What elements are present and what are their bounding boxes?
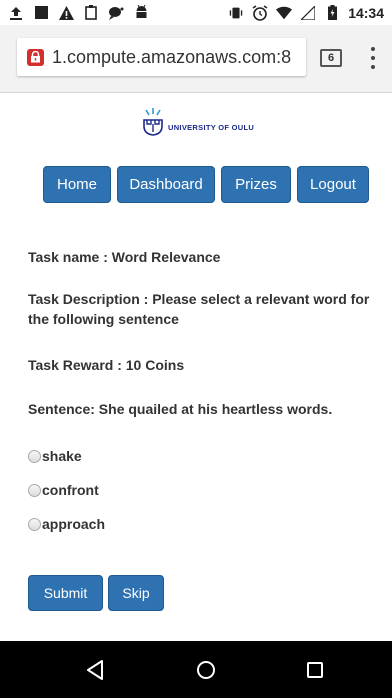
overflow-menu-icon[interactable] xyxy=(369,47,377,69)
submit-button[interactable]: Submit xyxy=(28,575,103,611)
task-name: Task name : Word Relevance xyxy=(28,249,221,265)
alarm-icon xyxy=(252,4,268,21)
radio-button[interactable] xyxy=(28,483,41,497)
task-reward: Task Reward : 10 Coins xyxy=(28,357,185,373)
page-content: UNIVERSITY OF OULU Home Dashboard Prizes… xyxy=(0,93,392,641)
option-label[interactable]: shake xyxy=(42,448,82,464)
prizes-button[interactable]: Prizes xyxy=(221,166,291,203)
clipboard-icon xyxy=(83,5,99,21)
task-sentence: Sentence: She quailed at his heartless w… xyxy=(28,401,333,417)
radio-button[interactable] xyxy=(28,449,41,463)
home-icon[interactable] xyxy=(197,661,215,679)
logo-emblem-icon xyxy=(143,108,163,136)
logo-text: UNIVERSITY OF OULU xyxy=(168,122,255,132)
skip-button[interactable]: Skip xyxy=(108,575,164,611)
stop-icon xyxy=(33,5,49,21)
url-text[interactable]: 1.compute.amazonaws.com:8 xyxy=(52,47,291,68)
warning-icon xyxy=(58,5,74,21)
lock-icon[interactable] xyxy=(27,48,44,66)
task-description: Task Description : Please select a relev… xyxy=(28,291,370,327)
dashboard-button[interactable]: Dashboard xyxy=(117,166,215,203)
form-actions: Submit Skip xyxy=(28,575,164,611)
logout-button[interactable]: Logout xyxy=(297,166,369,203)
tab-switcher-button[interactable]: 6 xyxy=(320,49,342,67)
vibrate-icon xyxy=(228,5,244,21)
home-button[interactable]: Home xyxy=(43,166,111,203)
university-logo: UNIVERSITY OF OULU xyxy=(142,107,254,137)
answer-options: shake confront approach xyxy=(28,445,105,547)
url-bar[interactable]: 1.compute.amazonaws.com:8 xyxy=(17,38,306,76)
status-bar: 14:34 xyxy=(0,0,392,25)
radio-button[interactable] xyxy=(28,517,41,531)
android-icon xyxy=(133,5,149,21)
signal-icon xyxy=(300,5,316,21)
status-time: 14:34 xyxy=(348,4,384,21)
browser-toolbar: 1.compute.amazonaws.com:8 6 xyxy=(0,25,392,93)
option-approach[interactable]: approach xyxy=(28,513,105,535)
chat-icon xyxy=(108,5,124,21)
option-shake[interactable]: shake xyxy=(28,445,105,467)
recents-icon[interactable] xyxy=(307,662,323,678)
battery-icon xyxy=(324,5,340,21)
option-confront[interactable]: confront xyxy=(28,479,105,501)
system-nav-bar xyxy=(0,641,392,698)
status-right-icons: 14:34 xyxy=(228,5,384,21)
status-left-icons xyxy=(8,5,149,21)
wifi-icon xyxy=(276,5,293,21)
option-label[interactable]: confront xyxy=(42,482,99,498)
upload-icon xyxy=(8,5,24,21)
option-label[interactable]: approach xyxy=(42,516,105,532)
main-nav: Home Dashboard Prizes Logout xyxy=(43,166,369,204)
back-icon[interactable] xyxy=(86,660,104,680)
